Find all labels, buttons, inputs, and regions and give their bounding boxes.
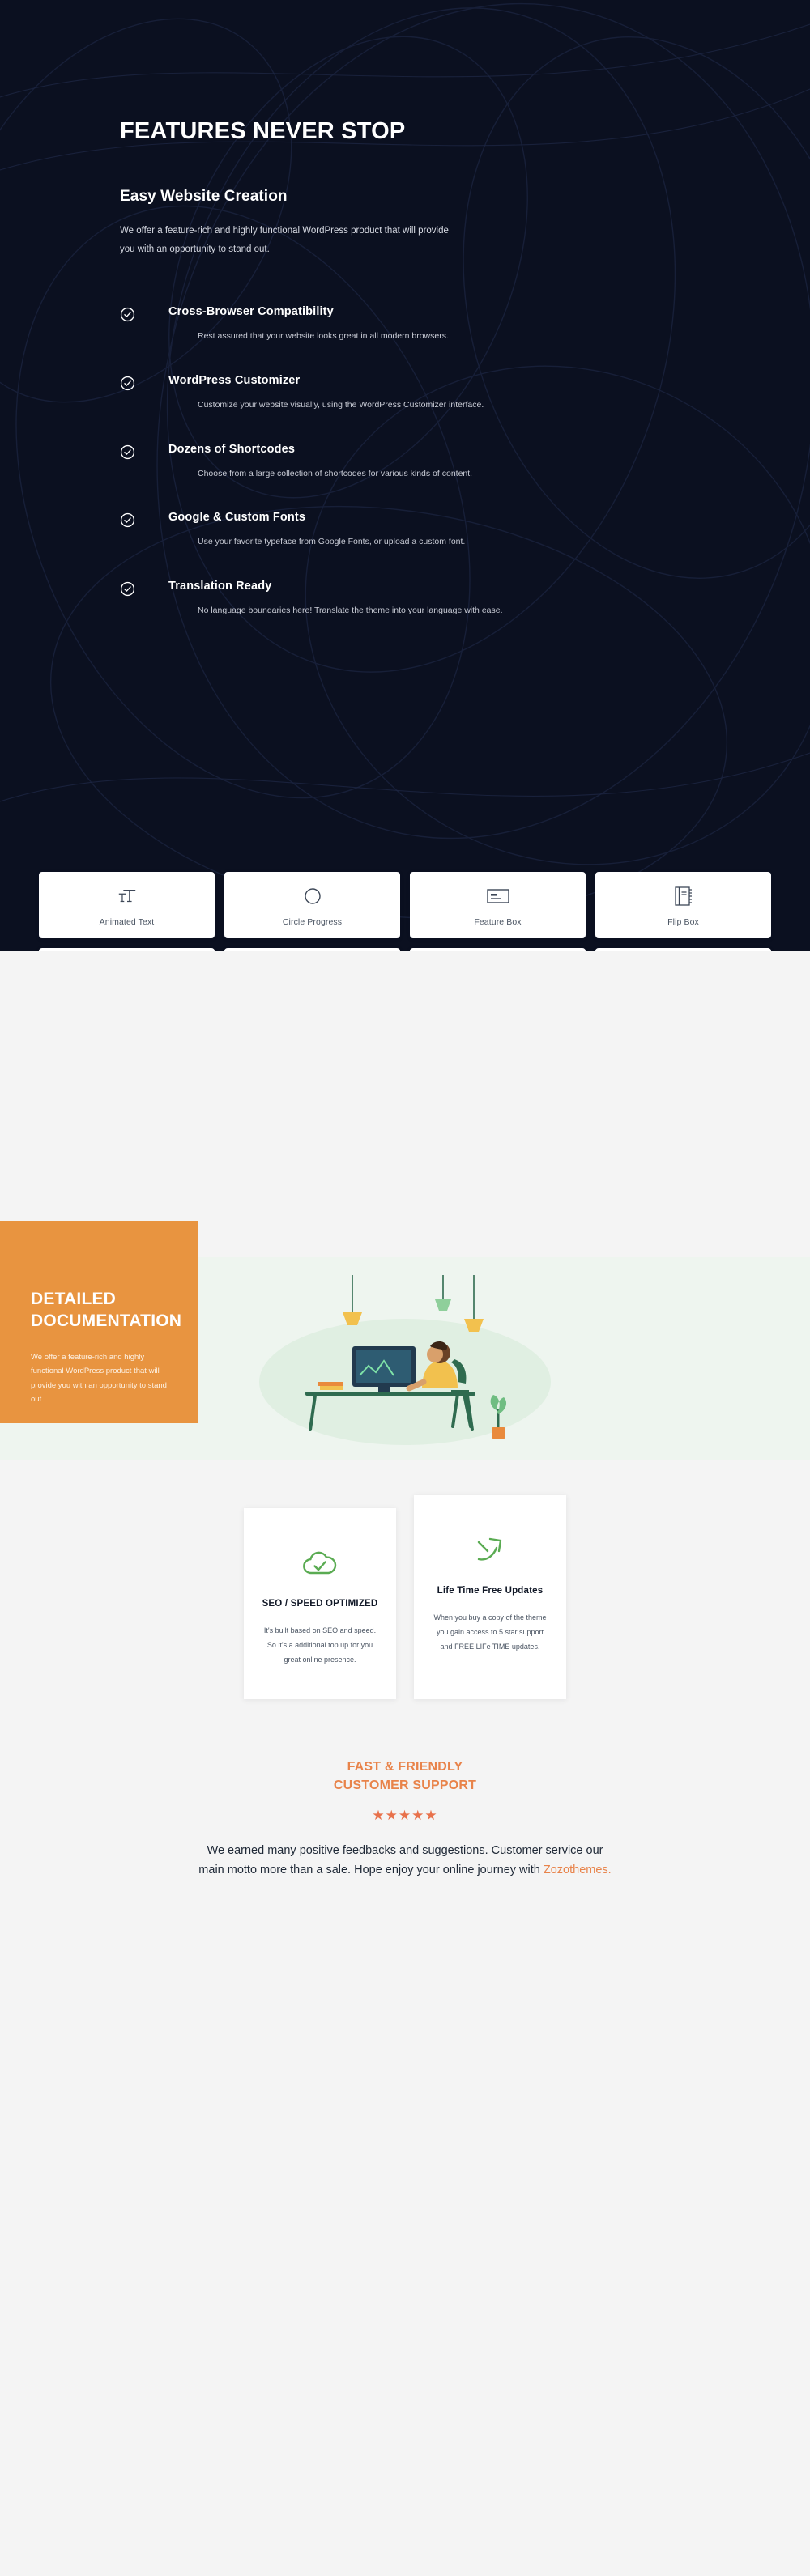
promo-card-description: It's built based on SEO and speed. So it…: [263, 1626, 377, 1664]
widget-card-circle-progress[interactable]: Circle Progress: [224, 872, 400, 938]
feature-item: Google & Custom Fonts Use your favorite …: [120, 511, 648, 549]
check-circle-icon: [120, 444, 135, 460]
grid-spacer: [0, 951, 810, 1239]
feature-description: Use your favorite typeface from Google F…: [198, 537, 466, 547]
widget-card-label: Feature Box: [474, 916, 522, 927]
feature-item: Dozens of Shortcodes Choose from a large…: [120, 443, 648, 481]
feature-item: Cross-Browser Compatibility Rest assured…: [120, 305, 648, 343]
growth-arrow-icon: [432, 1532, 548, 1566]
feature-list: Cross-Browser Compatibility Rest assured…: [120, 305, 648, 618]
feature-title: Google & Custom Fonts: [168, 511, 306, 525]
widget-card-contact-form[interactable]: Contact Form: [39, 948, 215, 951]
circle-progress-icon: [303, 884, 322, 908]
feature-box-icon: [486, 884, 510, 908]
person-at-desk-illustration: [259, 1275, 551, 1445]
hero-content: FEATURES NEVER STOP Easy Website Creatio…: [0, 0, 648, 618]
check-circle-icon: [120, 512, 135, 528]
promo-card-updates: Life Time Free Updates When you buy a co…: [414, 1495, 566, 1699]
promo-card-title: SEO / SPEED OPTIMIZED: [262, 1599, 378, 1609]
support-title: FAST & FRIENDLY CUSTOMER SUPPORT: [0, 1758, 810, 1795]
support-title-line1: FAST & FRIENDLY: [347, 1760, 463, 1774]
feature-title: Cross-Browser Compatibility: [168, 304, 334, 318]
widget-card-flip-box[interactable]: Flip Box: [595, 872, 771, 938]
widget-card-feature-box[interactable]: Feature Box: [410, 872, 586, 938]
flip-box-icon: [674, 884, 693, 908]
support-section: FAST & FRIENDLY CUSTOMER SUPPORT ★★★★★ W…: [0, 1699, 810, 1932]
widget-card-animated-text[interactable]: Animated Text: [39, 872, 215, 938]
star-rating: ★★★★★: [372, 1808, 438, 1824]
hero-description: We offer a feature-rich and highly funct…: [120, 225, 449, 255]
documentation-section: DETAILED DOCUMENTATION We offer a featur…: [0, 1221, 810, 1460]
feature-description: No language boundaries here! Translate t…: [198, 606, 503, 616]
check-circle-icon: [120, 307, 135, 322]
widget-card-google-map[interactable]: Google Map: [410, 948, 586, 951]
feature-description: Choose from a large collection of shortc…: [198, 468, 473, 478]
documentation-illustration-area: [198, 1257, 810, 1460]
support-title-line2: CUSTOMER SUPPORT: [333, 1779, 477, 1793]
widget-card-icon[interactable]: Icon: [595, 948, 771, 951]
documentation-panel: DETAILED DOCUMENTATION We offer a featur…: [0, 1221, 198, 1423]
promo-card-title: Life Time Free Updates: [437, 1586, 544, 1596]
promo-cards-section: SEO / SPEED OPTIMIZED It's built based o…: [0, 1460, 810, 1699]
promo-card-seo: SEO / SPEED OPTIMIZED It's built based o…: [244, 1508, 396, 1699]
feature-title: Dozens of Shortcodes: [168, 442, 296, 456]
zozothemes-link[interactable]: Zozothemes.: [544, 1864, 612, 1877]
widget-card-label: Flip Box: [667, 916, 699, 927]
support-testimonial: We earned many positive feedbacks and su…: [194, 1842, 616, 1879]
widget-icon-grid: Animated Text Circle Progress Feature Bo…: [0, 872, 810, 951]
check-circle-icon: [120, 376, 135, 391]
animated-text-icon: [116, 884, 139, 908]
widget-card-contact-info[interactable]: Contact Info: [224, 948, 400, 951]
support-testimonial-text: We earned many positive feedbacks and su…: [198, 1844, 603, 1877]
widget-card-label: Circle Progress: [282, 916, 343, 927]
documentation-title: DETAILED DOCUMENTATION: [31, 1290, 182, 1330]
page-title: FEATURES NEVER STOP: [120, 118, 406, 144]
feature-item: Translation Ready No language boundaries…: [120, 580, 648, 618]
feature-title: Translation Ready: [168, 580, 272, 593]
widget-card-label: Animated Text: [99, 916, 155, 927]
feature-description: Customize your website visually, using t…: [198, 399, 484, 410]
feature-title: WordPress Customizer: [168, 373, 301, 387]
promo-card-description: When you buy a copy of the theme you gai…: [433, 1613, 547, 1651]
feature-item: WordPress Customizer Customize your webs…: [120, 374, 648, 412]
documentation-text: We offer a feature-rich and highly funct…: [31, 1352, 167, 1405]
hero-subtitle: Easy Website Creation: [120, 187, 288, 205]
hero-section: FEATURES NEVER STOP Easy Website Creatio…: [0, 0, 810, 951]
landing-page: FEATURES NEVER STOP Easy Website Creatio…: [0, 0, 810, 1932]
cloud-check-icon: [262, 1545, 378, 1579]
check-circle-icon: [120, 581, 135, 597]
feature-description: Rest assured that your website looks gre…: [198, 330, 449, 341]
